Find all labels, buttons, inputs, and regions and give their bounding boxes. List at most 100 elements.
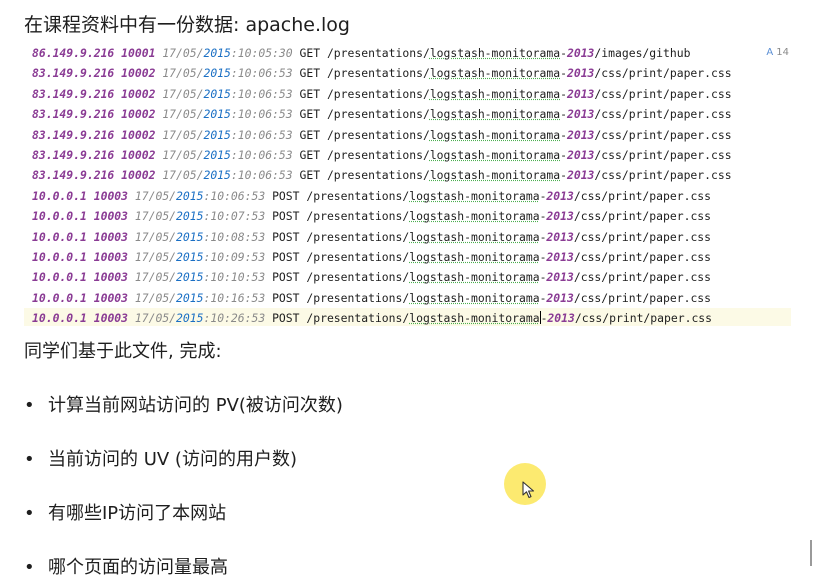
log-line[interactable]: 10.0.0.1 10003 17/05/2015:10:16:53 POST … [24,288,791,308]
log-date: 17/05/ [134,290,177,305]
log-date-year: 2015 [176,229,204,244]
log-date-year: 2015 [203,168,231,183]
task-item: • 哪个页面的访问量最高 [24,555,228,581]
log-path-rest: /css/print/paper.css [594,127,732,142]
log-path-rest: /css/print/paper.css [573,209,712,224]
log-date: 17/05/ [134,209,177,224]
log-method: POST [272,270,300,285]
log-path-prefix: /presentations/ [326,66,430,81]
scrollbar-edge [810,540,812,566]
log-line[interactable]: 83.149.9.216 10002 17/05/2015:10:06:53 G… [24,145,791,165]
log-ip: 10.0.0.1 [32,188,87,203]
bullet-icon: • [24,395,35,416]
log-time: :10:16:53 [203,290,266,305]
log-user-id: 10003 [93,209,129,224]
log-line[interactable]: 86.149.9.216 10001 17/05/2015:10:05:30 G… [24,43,791,63]
log-path-year: 2013 [546,249,574,264]
log-user-id: 10003 [93,311,129,326]
log-path-year: 2013 [566,86,595,101]
log-method: POST [272,311,300,326]
log-date-year: 2015 [203,86,231,101]
log-user-id: 10002 [121,107,156,122]
log-time: :10:05:30 [230,46,293,60]
log-date-year: 2015 [176,311,204,326]
task-text: 计算当前网站访问的 PV(被访问次数) [48,395,343,416]
log-user-id: 10002 [121,86,156,101]
log-user-id: 10003 [93,188,129,203]
log-time: :10:06:53 [230,107,293,122]
log-date: 17/05/ [162,107,204,122]
log-time: :10:06:53 [230,66,293,81]
log-time: :10:26:53 [203,311,266,326]
log-method: GET [299,127,321,142]
log-date: 17/05/ [162,86,204,101]
log-path-slug: logstash-monitorama [409,311,540,326]
log-user-id: 10001 [121,46,156,60]
log-path-year: 2013 [566,46,595,60]
log-ip: 83.149.9.216 [32,66,115,81]
log-time: :10:06:53 [230,168,293,183]
log-path-slug: logstash-monitorama [429,168,561,183]
log-date-year: 2015 [203,66,231,81]
log-ip: 10.0.0.1 [32,249,87,264]
inspection-badge[interactable]: A 14 [762,43,791,64]
log-ip: 86.149.9.216 [32,46,115,60]
mouse-pointer-icon [522,481,535,499]
log-time: :10:09:53 [203,249,266,264]
log-editor[interactable]: 86.149.9.216 10001 17/05/2015:10:05:30 G… [24,43,791,326]
log-line[interactable]: 83.149.9.216 10002 17/05/2015:10:06:53 G… [24,63,791,83]
log-time: :10:06:53 [230,127,293,142]
log-date-year: 2015 [203,46,231,60]
log-line[interactable]: 10.0.0.1 10003 17/05/2015:10:10:53 POST … [24,267,791,287]
log-path-slug: logstash-monitorama [429,107,561,122]
log-date-year: 2015 [176,270,204,285]
log-ip: 83.149.9.216 [32,107,115,122]
log-line[interactable]: 10.0.0.1 10003 17/05/2015:10:09:53 POST … [24,247,791,267]
log-path-rest: /css/print/paper.css [573,229,712,244]
bullet-icon: • [24,449,35,470]
log-date-year: 2015 [176,290,204,305]
log-path-prefix: /presentations/ [306,270,410,285]
log-line[interactable]: 10.0.0.1 10003 17/05/2015:10:08:53 POST … [24,227,791,247]
log-date-year: 2015 [176,188,204,203]
log-line[interactable]: 10.0.0.1 10003 17/05/2015:10:06:53 POST … [24,186,791,206]
log-ip: 83.149.9.216 [32,127,115,142]
log-path-prefix: /presentations/ [306,209,410,224]
log-path-slug: logstash-monitorama [429,46,561,60]
log-date: 17/05/ [162,168,204,183]
log-path-year: 2013 [566,168,595,183]
log-path-year: 2013 [547,311,575,326]
log-line[interactable]: 83.149.9.216 10002 17/05/2015:10:06:53 G… [24,104,791,124]
log-date-year: 2015 [176,249,204,264]
log-path-rest: /css/print/paper.css [573,249,712,264]
log-line[interactable]: 10.0.0.1 10003 17/05/2015:10:07:53 POST … [24,206,791,226]
task-intro: 同学们基于此文件, 完成: [24,341,222,362]
log-time: :10:06:53 [203,188,266,203]
log-line[interactable]: 83.149.9.216 10002 17/05/2015:10:06:53 G… [24,84,791,104]
log-date: 17/05/ [162,66,204,81]
log-path-dash: - [560,86,567,101]
log-path-year: 2013 [566,127,595,142]
log-user-id: 10003 [93,290,129,305]
log-ip: 83.149.9.216 [32,168,115,183]
log-path-year: 2013 [546,290,574,305]
log-date: 17/05/ [134,311,177,326]
log-path-slug: logstash-monitorama [409,209,540,224]
log-line[interactable]: 83.149.9.216 10002 17/05/2015:10:06:53 G… [24,165,791,185]
log-path-prefix: /presentations/ [306,311,410,326]
log-line[interactable]: 83.149.9.216 10002 17/05/2015:10:06:53 G… [24,125,791,145]
log-path-slug: logstash-monitorama [409,188,540,203]
log-path-rest: /css/print/paper.css [573,270,712,285]
log-path-slug: logstash-monitorama [429,66,561,81]
log-line[interactable]: 10.0.0.1 10003 17/05/2015:10:26:53 POST … [24,308,791,326]
log-date: 17/05/ [162,46,204,60]
log-path-slug: logstash-monitorama [409,229,540,244]
inspection-count: 14 [776,47,789,58]
log-method: GET [299,46,321,60]
log-path-dash: - [560,66,567,81]
log-ip: 83.149.9.216 [32,147,115,162]
log-path-prefix: /presentations/ [326,107,430,122]
log-ip: 10.0.0.1 [32,311,87,326]
log-ip: 10.0.0.1 [32,229,87,244]
log-user-id: 10002 [121,66,156,81]
